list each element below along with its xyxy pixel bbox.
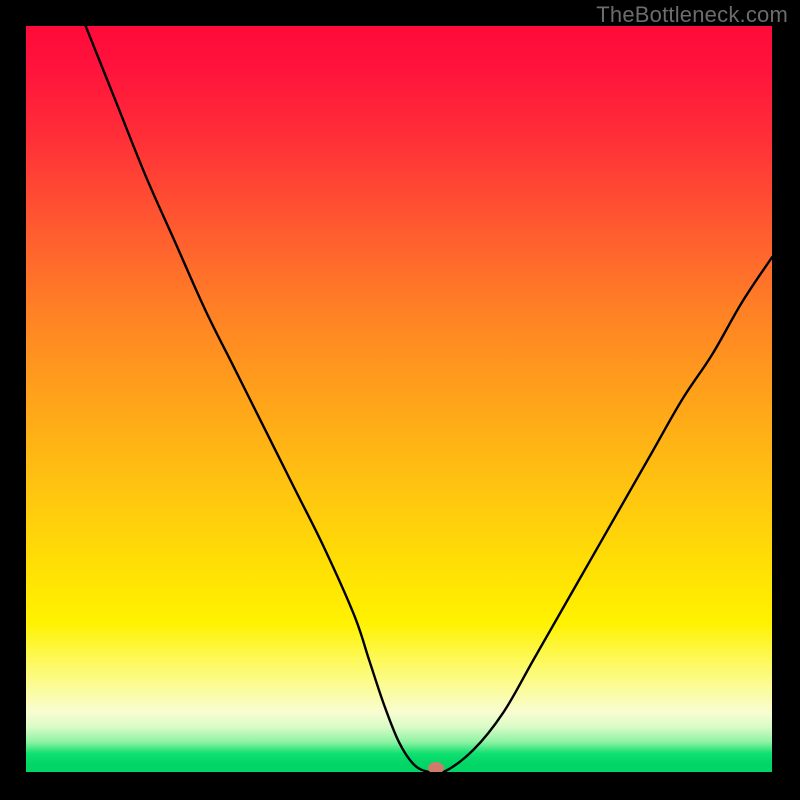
watermark-text: TheBottleneck.com bbox=[596, 2, 788, 28]
chart-frame: TheBottleneck.com bbox=[0, 0, 800, 800]
bottleneck-curve bbox=[26, 26, 772, 772]
plot-area bbox=[26, 26, 772, 772]
optimal-point-marker bbox=[428, 762, 444, 772]
